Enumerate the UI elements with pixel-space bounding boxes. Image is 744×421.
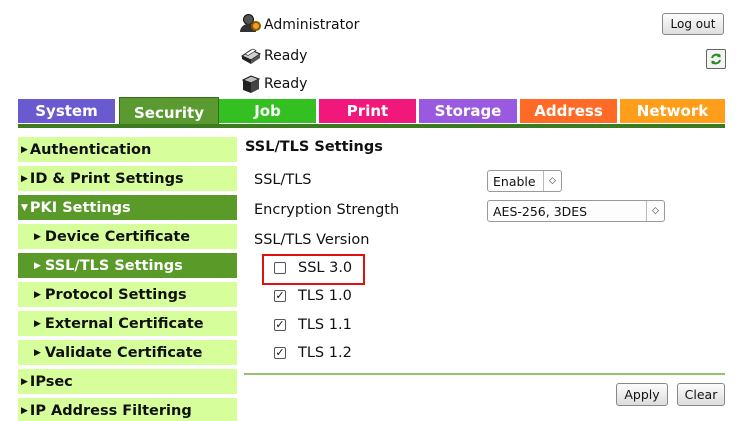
sidebar-item-label: ID & Print Settings bbox=[29, 170, 184, 187]
tls-1-1-label: TLS 1.1 bbox=[298, 317, 352, 333]
printer-status: Ready bbox=[240, 47, 307, 65]
logout-button[interactable]: Log out bbox=[662, 13, 724, 35]
tab-security[interactable]: Security bbox=[119, 97, 219, 127]
sidebar-item-label: External Certificate bbox=[44, 315, 204, 332]
ssl-tls-select-value: Enable bbox=[493, 173, 536, 189]
printer-icon bbox=[240, 48, 262, 64]
tls-1-2-option[interactable]: ✓ TLS 1.2 bbox=[274, 345, 352, 361]
tls-1-1-option[interactable]: ✓ TLS 1.1 bbox=[274, 317, 352, 333]
sidebar-item-label: Authentication bbox=[29, 141, 152, 158]
arrow-right-icon: ▶ bbox=[34, 318, 41, 329]
sidebar-item-label: Device Certificate bbox=[44, 228, 191, 245]
admin-user-icon bbox=[240, 14, 262, 34]
arrow-right-icon: ▶ bbox=[34, 347, 41, 358]
arrow-right-icon: ▶ bbox=[21, 173, 28, 184]
select-arrows-icon: ◇ bbox=[543, 171, 561, 191]
arrow-right-icon: ▶ bbox=[34, 231, 41, 242]
sidebar-item-external-certificate[interactable]: ▶ External Certificate bbox=[18, 311, 237, 336]
sidebar-item-label: IP Address Filtering bbox=[29, 402, 192, 419]
scanner-status: Ready bbox=[240, 75, 307, 93]
arrow-right-icon: ▶ bbox=[21, 405, 28, 416]
sidebar-item-label: Validate Certificate bbox=[44, 344, 203, 361]
sidebar-item-authentication[interactable]: ▶ Authentication bbox=[18, 137, 237, 162]
encryption-strength-select[interactable]: AES-256, 3DES ◇ bbox=[487, 200, 665, 222]
main-tab-bar: System Security Job Print Storage Addres… bbox=[18, 97, 725, 127]
arrow-down-icon: ▼ bbox=[21, 202, 28, 213]
refresh-button[interactable] bbox=[706, 49, 726, 69]
ssl-tls-version-label: SSL/TLS Version bbox=[254, 232, 370, 248]
sidebar-item-device-certificate[interactable]: ▶ Device Certificate bbox=[18, 224, 237, 249]
encryption-strength-label: Encryption Strength bbox=[254, 202, 400, 218]
select-arrows-icon: ◇ bbox=[646, 201, 664, 221]
apply-button[interactable]: Apply bbox=[616, 383, 668, 406]
sidebar-item-protocol-settings[interactable]: ▶ Protocol Settings bbox=[18, 282, 237, 307]
sidebar-item-label: Protocol Settings bbox=[44, 286, 187, 303]
tls-1-0-label: TLS 1.0 bbox=[298, 288, 352, 304]
tab-network[interactable]: Network bbox=[620, 99, 725, 123]
sidebar-item-ipsec[interactable]: ▶ IPsec bbox=[18, 369, 237, 394]
sidebar-item-id-print-settings[interactable]: ▶ ID & Print Settings bbox=[18, 166, 237, 191]
highlight-box bbox=[262, 254, 365, 285]
tab-storage[interactable]: Storage bbox=[419, 99, 517, 123]
ssl-tls-select[interactable]: Enable ◇ bbox=[487, 170, 562, 192]
scanner-status-text: Ready bbox=[264, 76, 308, 92]
arrow-right-icon: ▶ bbox=[34, 289, 41, 300]
tab-underline bbox=[18, 124, 725, 128]
printer-status-text: Ready bbox=[264, 48, 308, 64]
tab-job[interactable]: Job bbox=[219, 99, 316, 123]
sidebar-item-label: IPsec bbox=[29, 373, 73, 390]
tls-1-0-checkbox[interactable]: ✓ bbox=[274, 290, 286, 302]
tls-1-2-checkbox[interactable]: ✓ bbox=[274, 347, 286, 359]
user-name: Administrator bbox=[264, 17, 360, 33]
arrow-right-icon: ▶ bbox=[21, 376, 28, 387]
tls-1-1-checkbox[interactable]: ✓ bbox=[274, 319, 286, 331]
sidebar-item-validate-certificate[interactable]: ▶ Validate Certificate bbox=[18, 340, 237, 365]
scanner-icon bbox=[241, 75, 261, 93]
user-info: Administrator bbox=[240, 14, 359, 34]
tls-1-2-label: TLS 1.2 bbox=[298, 345, 352, 361]
tab-system[interactable]: System bbox=[18, 99, 115, 123]
arrow-right-icon: ▶ bbox=[21, 144, 28, 155]
sidebar-item-ssl-tls-settings[interactable]: ▶ SSL/TLS Settings bbox=[18, 253, 237, 278]
arrow-right-icon: ▶ bbox=[34, 260, 41, 271]
encryption-strength-select-value: AES-256, 3DES bbox=[493, 203, 588, 219]
sidebar-item-label: PKI Settings bbox=[29, 199, 131, 216]
sidebar-item-label: SSL/TLS Settings bbox=[44, 257, 183, 274]
clear-button[interactable]: Clear bbox=[677, 383, 725, 406]
refresh-icon bbox=[711, 53, 721, 65]
tab-print[interactable]: Print bbox=[319, 99, 416, 123]
tab-address[interactable]: Address bbox=[520, 99, 617, 123]
sidebar-item-pki-settings[interactable]: ▼ PKI Settings bbox=[18, 195, 237, 220]
tls-1-0-option[interactable]: ✓ TLS 1.0 bbox=[274, 288, 352, 304]
sidebar-item-ip-address-filtering[interactable]: ▶ IP Address Filtering bbox=[18, 398, 237, 421]
ssl-tls-label: SSL/TLS bbox=[254, 172, 312, 188]
content-divider bbox=[244, 373, 725, 375]
page-title: SSL/TLS Settings bbox=[245, 139, 383, 155]
